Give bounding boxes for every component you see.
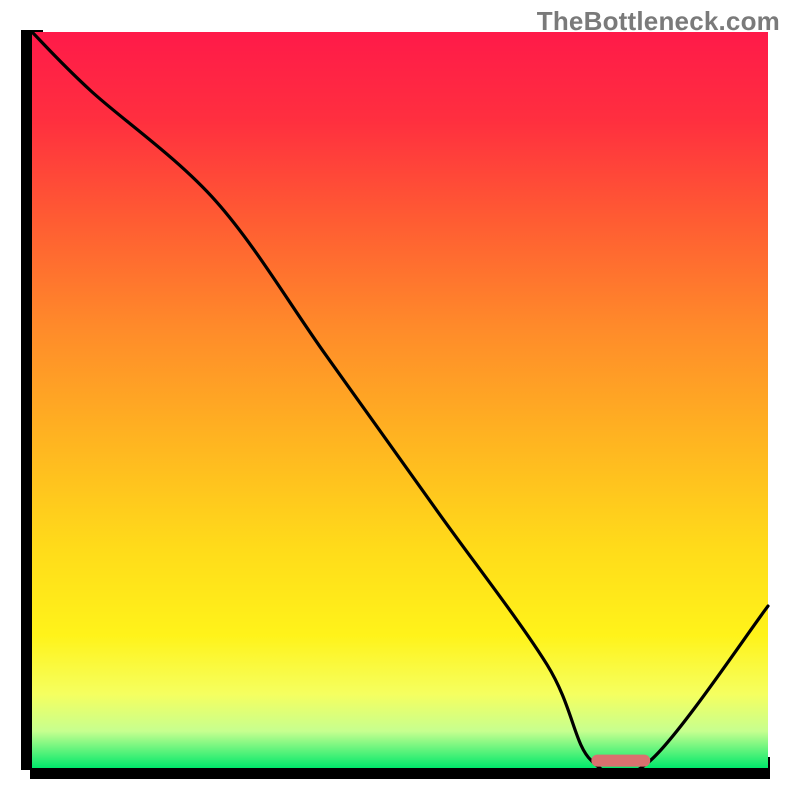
gradient-bg	[32, 32, 768, 768]
optimal-band-marker	[591, 755, 650, 767]
chart-container: TheBottleneck.com	[0, 0, 800, 800]
chart-svg	[0, 0, 800, 800]
